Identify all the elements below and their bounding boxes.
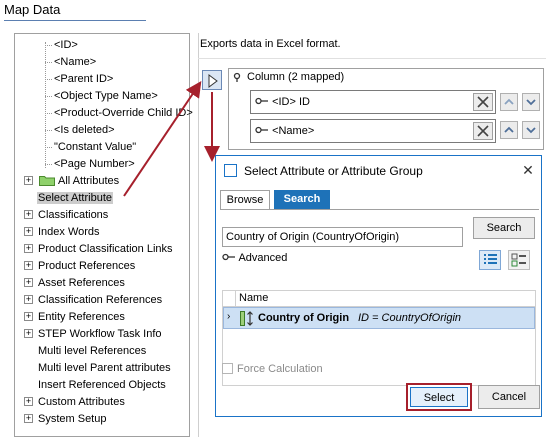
search-input[interactable]: Country of Origin (CountryOfOrigin) bbox=[222, 227, 463, 247]
select-button[interactable]: Select bbox=[406, 383, 472, 411]
tree-item[interactable]: <Object Type Name> bbox=[53, 88, 159, 104]
attribute-tree: <ID> <Name> <Parent ID> <Object Type Nam… bbox=[14, 33, 193, 437]
attribute-icon bbox=[240, 311, 253, 326]
chevron-down-icon bbox=[526, 99, 536, 106]
tree-item[interactable]: Index Words bbox=[37, 224, 101, 240]
tree-item[interactable]: Product References bbox=[37, 258, 136, 274]
clear-icon bbox=[477, 96, 489, 108]
tree-item[interactable]: <Name> bbox=[53, 54, 97, 70]
folder-icon bbox=[39, 176, 55, 186]
key-icon bbox=[255, 126, 268, 134]
cancel-button[interactable]: Cancel bbox=[478, 385, 540, 409]
tree-item[interactable]: <ID> bbox=[53, 37, 79, 53]
mapped-field-id[interactable]: <ID> ID bbox=[250, 90, 496, 114]
chevron-down-icon bbox=[526, 127, 536, 134]
tab-divider bbox=[220, 209, 539, 210]
tree-item[interactable]: "Constant Value" bbox=[53, 139, 137, 155]
expand-toggle[interactable]: + bbox=[24, 244, 33, 253]
tree-item[interactable]: Insert Referenced Objects bbox=[37, 377, 167, 393]
title-underline bbox=[4, 20, 146, 21]
expand-toggle[interactable]: + bbox=[24, 210, 33, 219]
description-text: Exports data in Excel format. bbox=[200, 38, 341, 50]
key-icon bbox=[233, 72, 241, 82]
expand-toggle[interactable]: + bbox=[24, 312, 33, 321]
select-button-label: Select bbox=[410, 387, 468, 407]
checkbox-box[interactable] bbox=[222, 363, 233, 374]
add-mapping-button[interactable] bbox=[202, 70, 222, 90]
key-icon bbox=[222, 253, 235, 261]
tree-guide-line bbox=[45, 42, 46, 168]
tree-item[interactable]: Entity References bbox=[37, 309, 126, 325]
expand-toggle[interactable]: + bbox=[24, 329, 33, 338]
tree-item[interactable]: System Setup bbox=[37, 411, 107, 427]
tab-strip: Browse Search bbox=[220, 190, 539, 210]
result-id: ID = CountryOfOrigin bbox=[358, 312, 462, 324]
expand-toggle[interactable]: + bbox=[24, 261, 33, 270]
mapped-field-name[interactable]: <Name> bbox=[250, 119, 496, 143]
tree-item[interactable]: Classifications bbox=[37, 207, 109, 223]
dialog-title: Select Attribute or Attribute Group bbox=[244, 164, 423, 178]
page-title: Map Data bbox=[4, 2, 61, 17]
clear-icon bbox=[477, 125, 489, 137]
list-view-button[interactable] bbox=[479, 250, 501, 270]
select-attribute-dialog: Select Attribute or Attribute Group ✕ Br… bbox=[215, 155, 542, 417]
table-row[interactable]: › Country of Origin ID = CountryOfOrigin bbox=[223, 307, 535, 329]
advanced-toggle[interactable]: Advanced bbox=[222, 252, 287, 264]
divider bbox=[198, 58, 546, 59]
tree-item[interactable]: <Is deleted> bbox=[53, 122, 116, 138]
expand-toggle[interactable]: + bbox=[24, 295, 33, 304]
column-header: Column (2 mapped) bbox=[247, 71, 345, 83]
tab-browse[interactable]: Browse bbox=[220, 190, 270, 210]
clear-button[interactable] bbox=[473, 122, 493, 140]
tree-item[interactable]: Product Classification Links bbox=[37, 241, 174, 257]
column-header-name[interactable]: Name bbox=[239, 292, 268, 304]
expand-toggle[interactable]: + bbox=[24, 414, 33, 423]
grid-icon bbox=[511, 253, 526, 267]
tree-item[interactable]: STEP Workflow Task Info bbox=[37, 326, 163, 342]
detail-view-button[interactable] bbox=[508, 250, 530, 270]
close-icon[interactable]: ✕ bbox=[520, 161, 536, 179]
key-icon bbox=[255, 97, 268, 105]
tree-item[interactable]: Asset References bbox=[37, 275, 126, 291]
chevron-right-icon[interactable]: › bbox=[227, 311, 230, 322]
tree-item[interactable]: Custom Attributes bbox=[37, 394, 126, 410]
expand-toggle[interactable]: + bbox=[24, 397, 33, 406]
move-down-button[interactable] bbox=[522, 121, 540, 139]
tree-item-all-attributes[interactable]: All Attributes bbox=[39, 173, 120, 189]
move-down-button[interactable] bbox=[522, 93, 540, 111]
force-calculation-checkbox[interactable]: Force Calculation bbox=[222, 363, 323, 375]
tree-item[interactable]: <Page Number> bbox=[53, 156, 136, 172]
tree-item[interactable]: Classification References bbox=[37, 292, 163, 308]
move-up-button[interactable] bbox=[500, 121, 518, 139]
tree-item[interactable]: <Product-Override Child ID> bbox=[53, 105, 194, 121]
window-icon bbox=[224, 164, 237, 177]
tree-item[interactable]: <Parent ID> bbox=[53, 71, 114, 87]
table-header: Name bbox=[223, 291, 535, 307]
tree-item[interactable]: Multi level Parent attributes bbox=[37, 360, 172, 376]
result-name: Country of Origin bbox=[258, 312, 350, 324]
move-up-button[interactable] bbox=[500, 93, 518, 111]
tree-item[interactable]: Multi level References bbox=[37, 343, 147, 359]
search-button[interactable]: Search bbox=[473, 217, 535, 239]
play-icon bbox=[208, 74, 218, 88]
expand-toggle[interactable]: + bbox=[24, 278, 33, 287]
tree-item-select-attribute[interactable]: Select Attribute bbox=[37, 190, 113, 206]
clear-button[interactable] bbox=[473, 93, 493, 111]
tab-search[interactable]: Search bbox=[274, 190, 330, 210]
expand-toggle[interactable]: + bbox=[24, 176, 33, 185]
chevron-up-icon bbox=[504, 126, 514, 133]
list-icon bbox=[484, 254, 497, 264]
chevron-up-icon bbox=[504, 98, 514, 105]
expand-toggle[interactable]: + bbox=[24, 227, 33, 236]
